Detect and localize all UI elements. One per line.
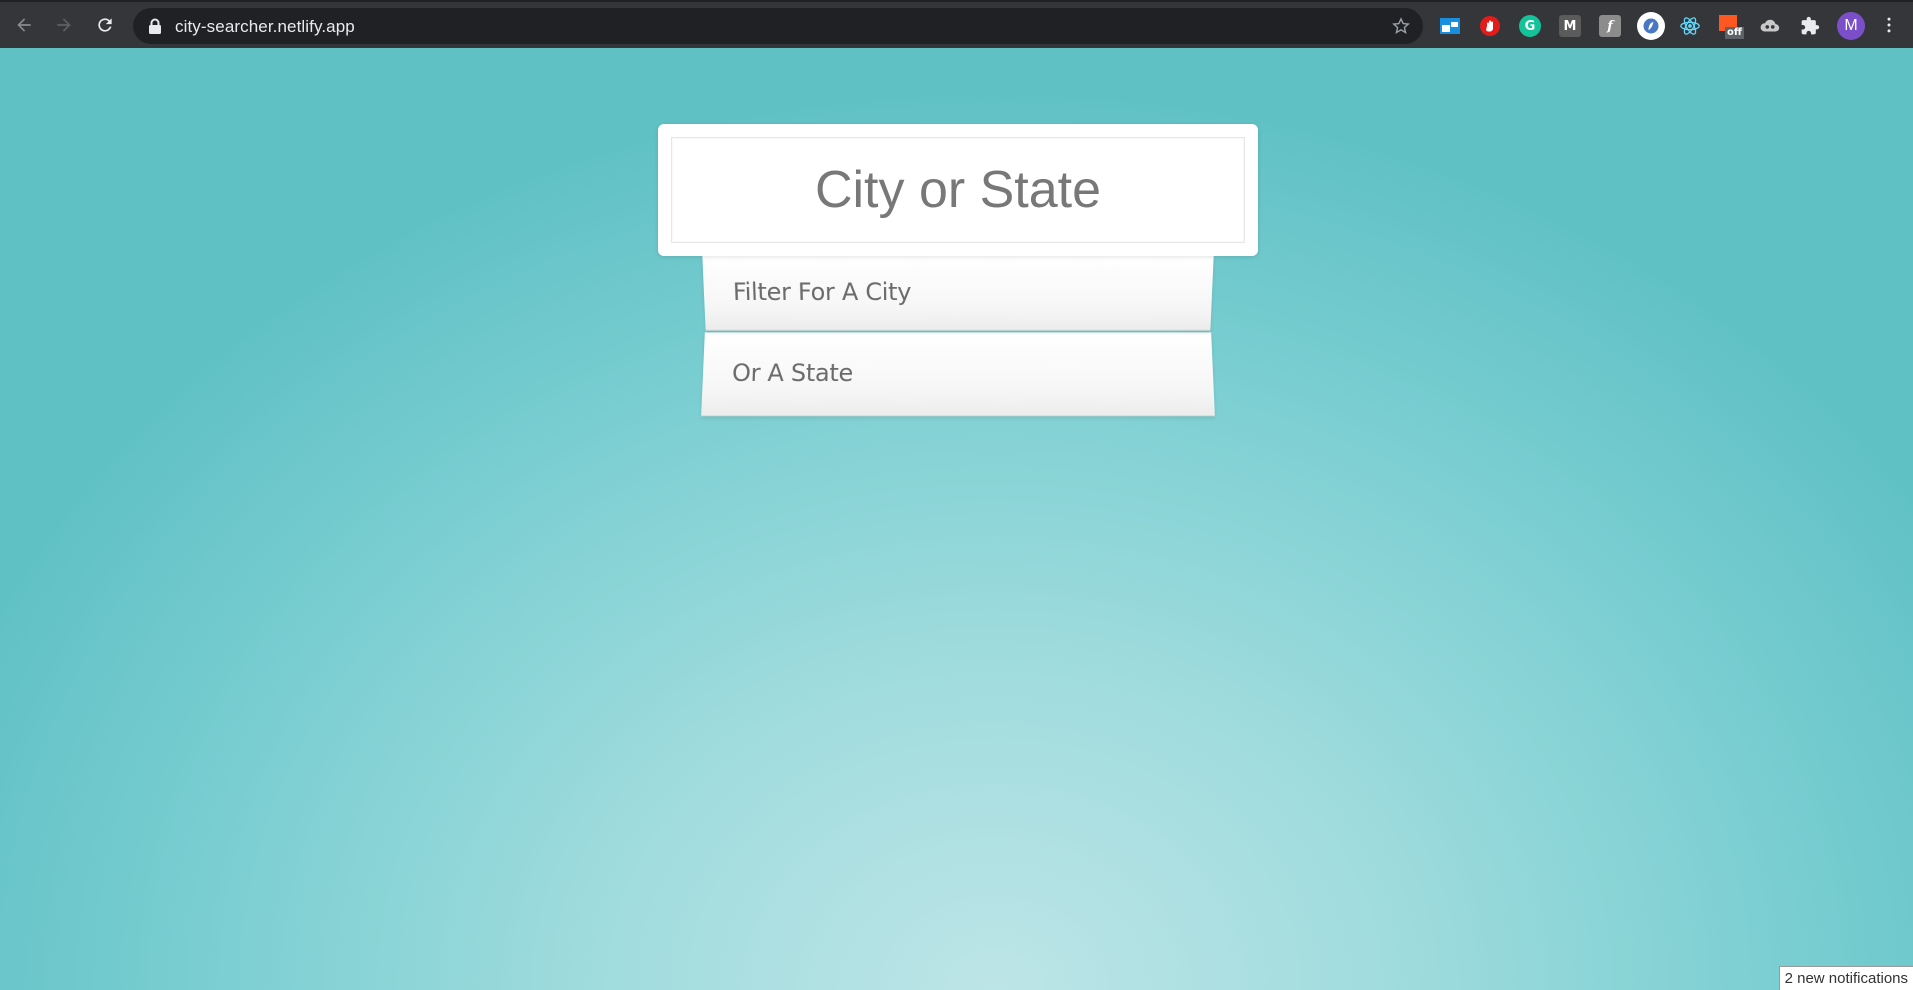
frame-letter: f: [1607, 19, 1613, 34]
browser-toolbar: city-searcher.netlify.app G M f off M: [0, 0, 1913, 48]
back-button[interactable]: [8, 9, 40, 41]
suggestion-label: Filter For A City: [732, 278, 911, 306]
react-devtools-icon[interactable]: [1679, 15, 1701, 37]
page-background: Filter For A City Or A State 2 new notif…: [0, 48, 1913, 990]
rss-off-icon[interactable]: off: [1719, 13, 1743, 39]
adblock-icon[interactable]: [1479, 15, 1501, 37]
frame-icon[interactable]: f: [1599, 15, 1621, 37]
raindrop-icon[interactable]: [1439, 15, 1461, 37]
arrow-left-icon: [14, 15, 34, 35]
kebab-menu-icon: [1879, 15, 1899, 35]
mercury-letter: M: [1564, 19, 1577, 34]
search-form: [658, 124, 1258, 256]
url-text: city-searcher.netlify.app: [175, 17, 355, 37]
reload-button[interactable]: [89, 9, 121, 41]
menu-button[interactable]: [1875, 9, 1903, 41]
suggestion-item[interactable]: Filter For A City: [702, 256, 1213, 331]
forward-button[interactable]: [48, 9, 80, 41]
grammarly-icon[interactable]: G: [1519, 15, 1541, 37]
suggestion-label: Or A State: [731, 359, 853, 387]
address-bar[interactable]: city-searcher.netlify.app: [133, 8, 1423, 44]
loom-icon[interactable]: [1637, 12, 1665, 40]
arrow-right-icon: [54, 15, 74, 35]
profile-avatar[interactable]: M: [1837, 12, 1865, 40]
search-input[interactable]: [671, 137, 1245, 243]
suggestion-item[interactable]: Or A State: [701, 332, 1215, 416]
bookmark-star-icon[interactable]: [1391, 16, 1411, 36]
grammarly-letter: G: [1525, 19, 1536, 34]
cloud-icon[interactable]: [1759, 15, 1781, 37]
lock-icon: [148, 18, 162, 34]
notification-badge[interactable]: 2 new notifications: [1779, 966, 1913, 990]
mercury-icon[interactable]: M: [1559, 15, 1581, 37]
profile-initial: M: [1844, 17, 1857, 35]
rss-off-label: off: [1725, 27, 1744, 39]
reload-icon: [95, 15, 115, 35]
puzzle-icon[interactable]: [1799, 15, 1821, 37]
